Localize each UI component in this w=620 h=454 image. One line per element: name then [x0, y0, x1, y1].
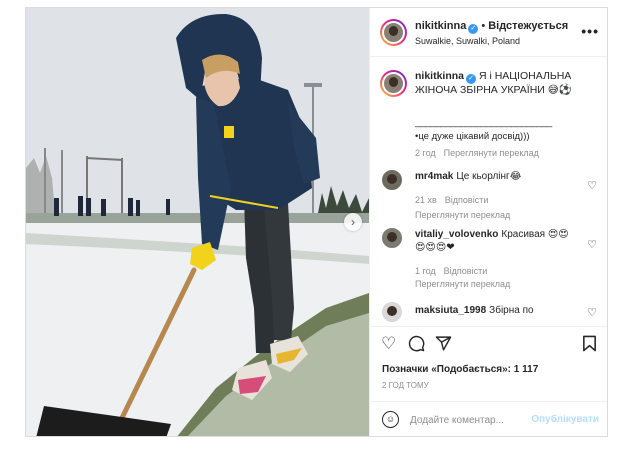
caption-translate-link[interactable]: Переглянути переклад	[444, 148, 539, 158]
post-header: nikitkinna ✓ • Відстежується Suwalkie, Suwa…	[370, 8, 607, 57]
comment-text: Це кьорлінг😂	[456, 171, 522, 182]
comment-avatar[interactable]	[380, 168, 404, 192]
comment-text-block: vitaliy_volovenko Красивая 😍😍 😍😍😍❤	[415, 228, 575, 254]
post-timestamp[interactable]: 2 ГОД ТОМУ	[382, 381, 429, 390]
separator-dot: •	[481, 20, 486, 32]
comment-translate-link[interactable]: Переглянути переклад	[415, 210, 510, 220]
next-photo-button[interactable]: ›	[344, 213, 362, 231]
comment-reply-link[interactable]: Відповісти	[445, 195, 489, 205]
comment-text-block: mr4mak Це кьорлінг😂	[415, 170, 575, 183]
verified-badge-icon: ✓	[466, 74, 477, 84]
post-side-panel: nikitkinna ✓ • Відстежується Suwalkie, Suwa…	[369, 8, 607, 436]
bookmark-icon[interactable]	[582, 335, 597, 355]
author-avatar[interactable]	[380, 19, 407, 46]
emoji-icon[interactable]: ☺	[382, 411, 399, 428]
comment-like-heart-icon[interactable]: ♡	[587, 238, 597, 251]
comment-item: maksiuta_1998 Збірна по ♡	[370, 298, 607, 326]
verified-badge-icon: ✓	[468, 24, 479, 34]
share-icon[interactable]	[435, 335, 452, 355]
comment-time[interactable]: 21 хв	[415, 195, 437, 205]
caption-text-block: nikitkinna ✓ Я і НАЦІОНАЛЬНА ЖІНОЧА ЗБІРН…	[415, 70, 600, 97]
caption-time[interactable]: 2 год	[415, 148, 436, 158]
post-photo[interactable]: ›	[26, 8, 369, 436]
likes-count[interactable]: Позначки «Подобається»: 1 117	[382, 364, 538, 375]
follow-status-button[interactable]: Відстежується	[488, 20, 568, 32]
comment-username[interactable]: vitaliy_volovenko	[415, 229, 498, 240]
comment-avatar[interactable]	[380, 300, 404, 324]
comment-like-heart-icon[interactable]: ♡	[587, 179, 597, 192]
heart-icon[interactable]: ♡	[381, 335, 396, 352]
comment-text: Збірна по	[489, 305, 534, 316]
comment-input[interactable]	[410, 411, 530, 429]
comment-time[interactable]: 1 год	[415, 266, 436, 276]
caption-rule: ___________________________	[415, 117, 552, 128]
instagram-post-window: › nikitkinna ✓ • Відстежується Suwalkie, Su…	[25, 7, 608, 437]
comment-reply-link[interactable]: Відповісти	[444, 266, 488, 276]
author-username[interactable]: nikitkinna	[415, 20, 466, 32]
publish-button[interactable]: Опублікувати	[531, 414, 599, 425]
comment-translate-link[interactable]: Переглянути переклад	[415, 279, 510, 289]
add-comment-bar: ☺ Опублікувати	[370, 401, 607, 436]
comment-username[interactable]: mr4mak	[415, 171, 453, 182]
caption-avatar[interactable]	[380, 70, 407, 97]
comment-meta: 21 хв Відповісти	[415, 195, 496, 205]
comment-meta: 1 год Відповісти	[415, 266, 495, 276]
author-line: nikitkinna ✓ • Відстежується	[415, 20, 568, 34]
post-actions-bar: ♡	[370, 326, 607, 360]
comment-like-heart-icon[interactable]: ♡	[587, 306, 597, 319]
caption-meta: 2 год Переглянути переклад	[415, 148, 547, 158]
comment-avatar[interactable]	[380, 226, 404, 250]
comment-username[interactable]: maksiuta_1998	[415, 305, 486, 316]
more-options-icon[interactable]: •••	[581, 23, 599, 39]
comment-text-block: maksiuta_1998 Збірна по	[415, 304, 575, 317]
caption-username[interactable]: nikitkinna	[415, 70, 464, 82]
caption-extra: •це дуже цікавий досвід)))	[415, 131, 530, 142]
photo-illustration	[26, 8, 369, 436]
post-location[interactable]: Suwalkie, Suwalki, Poland	[415, 36, 520, 46]
comment-icon[interactable]	[408, 335, 425, 355]
